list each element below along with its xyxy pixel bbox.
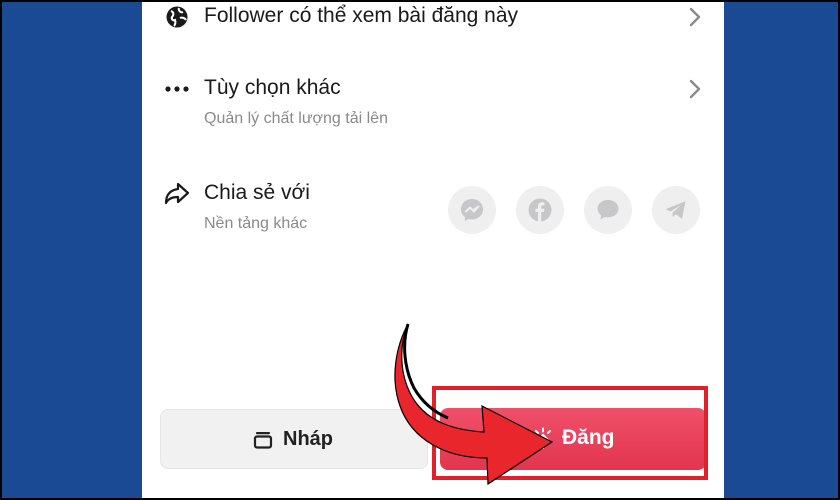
post-settings-screen: Follower có thể xem bài đăng này Tùy chọ… xyxy=(142,0,724,500)
share-icon xyxy=(164,180,190,206)
follower-visibility-row[interactable]: Follower có thể xem bài đăng này xyxy=(142,0,724,44)
right-background-panel xyxy=(724,0,840,500)
share-message-button[interactable] xyxy=(584,186,632,234)
left-background-panel xyxy=(0,0,142,500)
more-options-title: Tùy chọn khác xyxy=(204,76,341,99)
more-dots-icon xyxy=(164,76,190,102)
share-with-title: Chia sẻ với xyxy=(204,181,310,204)
share-messenger-button[interactable] xyxy=(448,186,496,234)
facebook-icon xyxy=(528,198,552,222)
screenshot-frame: Follower có thể xem bài đăng này Tùy chọ… xyxy=(0,0,840,500)
telegram-icon xyxy=(665,201,686,219)
share-with-subtitle: Nền tảng khác xyxy=(204,215,308,232)
draft-button-label: Nháp xyxy=(283,428,333,450)
share-telegram-button[interactable] xyxy=(652,186,700,234)
chevron-right-icon xyxy=(689,7,701,27)
share-facebook-button[interactable] xyxy=(516,186,564,234)
more-options-subtitle: Quản lý chất lượng tải lên xyxy=(204,110,388,127)
messenger-icon xyxy=(461,199,483,221)
chat-bubble-icon xyxy=(597,200,619,220)
draft-button[interactable]: Nháp xyxy=(160,409,428,469)
annotation-arrow-icon xyxy=(394,323,554,486)
chevron-right-icon xyxy=(689,79,701,99)
share-with-row: Chia sẻ với Nền tảng khác xyxy=(142,170,724,240)
globe-icon xyxy=(164,4,190,30)
more-options-row[interactable]: Tùy chọn khác Quản lý chất lượng tải lên xyxy=(142,66,724,136)
draft-button-content: Nháp xyxy=(253,428,333,451)
draft-icon xyxy=(253,431,273,449)
follower-visibility-title: Follower có thể xem bài đăng này xyxy=(204,4,519,27)
